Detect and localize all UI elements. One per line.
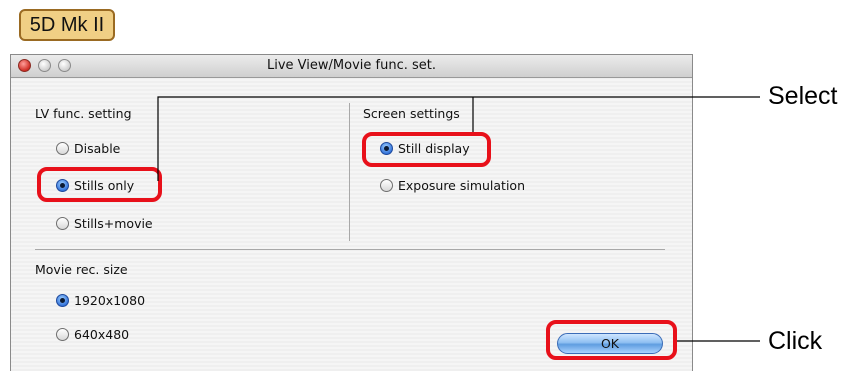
callout-select: Select (768, 82, 838, 110)
select-connector-line (157, 96, 760, 181)
callout-connector-lines (157, 96, 760, 342)
callout-click: Click (768, 327, 823, 355)
